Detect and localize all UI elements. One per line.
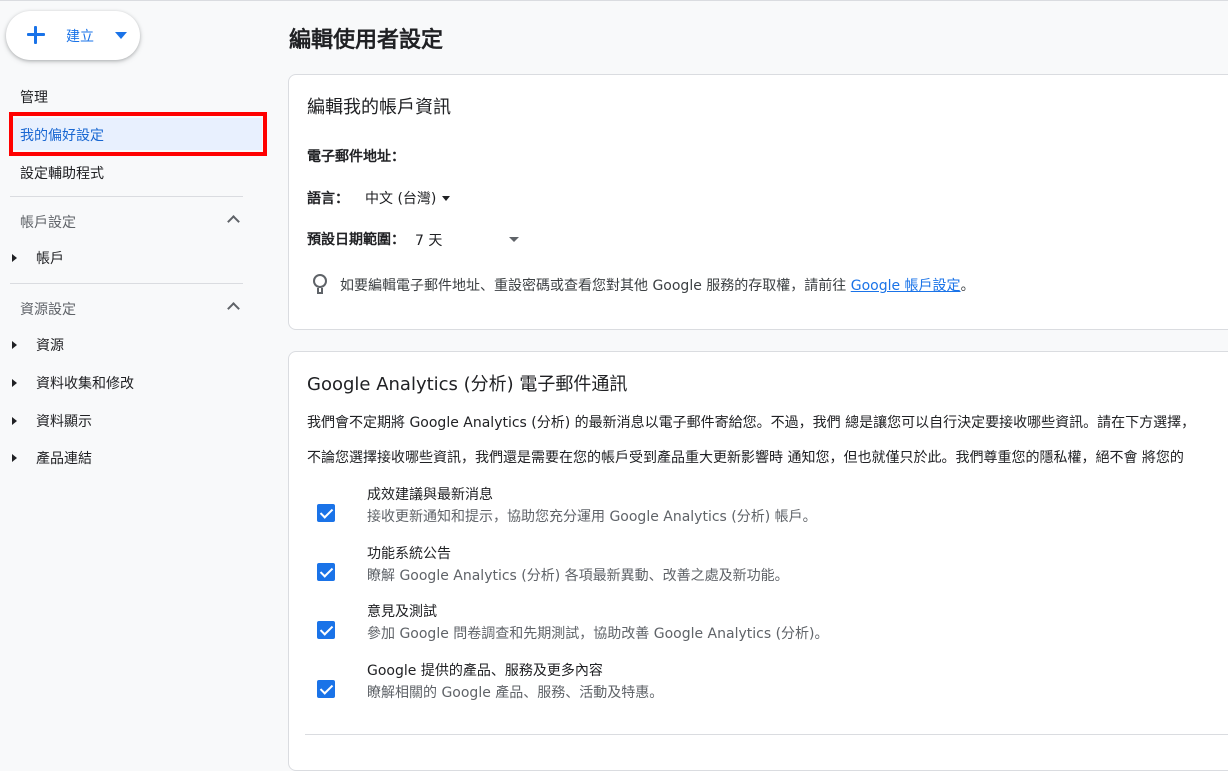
- option-google-offers: Google 提供的產品、服務及更多內容 瞭解相關的 Google 產品、服務、…: [317, 660, 1217, 708]
- account-info-card: 編輯我的帳戶資訊 電子郵件地址： 語言： 中文 (台灣) 預設日期範圍： 7 天…: [288, 74, 1228, 330]
- checkbox[interactable]: [317, 563, 335, 581]
- expand-arrow-icon: [12, 254, 17, 262]
- date-range-label: 預設日期範圍：: [307, 232, 405, 248]
- google-account-settings-link[interactable]: Google 帳戶設定: [851, 278, 961, 294]
- language-select[interactable]: 中文 (台灣): [365, 188, 451, 208]
- option-description: 參加 Google 問卷調查和先期測試，協助改善 Google Analytic…: [367, 626, 829, 642]
- option-title: 功能系統公告: [367, 546, 451, 562]
- expand-arrow-icon: [12, 417, 17, 425]
- option-feature-announcements: 功能系統公告 瞭解 Google Analytics (分析) 各項最新異動、改…: [317, 543, 1217, 591]
- sidebar-item-data-display[interactable]: 資料顯示: [12, 411, 92, 431]
- checkbox[interactable]: [317, 504, 335, 522]
- expand-arrow-icon: [12, 454, 17, 462]
- option-description: 瞭解 Google Analytics (分析) 各項最新異動、改善之處及新功能…: [367, 568, 789, 584]
- card-title: 編輯我的帳戶資訊: [307, 97, 451, 118]
- sidebar-divider: [10, 196, 243, 197]
- hint-text-body: 如要編輯電子郵件地址、重設密碼或查看您對其他 Google 服務的存取權，請前往: [340, 278, 847, 294]
- sidebar-item-account[interactable]: 帳戶: [12, 248, 64, 268]
- chevron-up-icon[interactable]: [228, 214, 238, 224]
- page-title: 編輯使用者設定: [289, 28, 444, 53]
- hint-text: 如要編輯電子郵件地址、重設密碼或查看您對其他 Google 服務的存取權，請前往…: [340, 275, 975, 295]
- email-communications-card: Google Analytics (分析) 電子郵件通訊 我們會不定期將 Goo…: [288, 351, 1228, 771]
- sidebar-item-label: 資料收集和修改: [36, 376, 134, 392]
- sidebar-item-label: 產品連結: [36, 451, 92, 467]
- card-title: Google Analytics (分析) 電子郵件通訊: [307, 374, 628, 395]
- sidebar-divider: [10, 283, 243, 284]
- account-hint: 如要編輯電子郵件地址、重設密碼或查看您對其他 Google 服務的存取權，請前往…: [311, 274, 975, 296]
- hint-text-end: 。: [960, 278, 975, 294]
- language-value: 中文 (台灣): [365, 191, 437, 207]
- option-description: 瞭解相關的 Google 產品、服務、活動及特惠。: [367, 685, 664, 701]
- expand-arrow-icon: [12, 379, 17, 387]
- option-title: 意見及測試: [367, 604, 437, 620]
- option-description: 接收更新通知和提示，協助您充分運用 Google Analytics (分析) …: [367, 509, 817, 525]
- plus-icon: [25, 24, 47, 46]
- expand-arrow-icon: [12, 341, 17, 349]
- chevron-up-icon[interactable]: [228, 301, 238, 311]
- card-divider: [305, 734, 1228, 735]
- caret-down-icon: [509, 237, 519, 242]
- property-settings-header[interactable]: 資源設定: [20, 299, 76, 319]
- sidebar-item-accessibility[interactable]: 設定輔助程式: [20, 163, 104, 183]
- red-highlight-box: [9, 112, 267, 156]
- date-range-value: 7 天: [415, 233, 443, 249]
- checkbox[interactable]: [317, 621, 335, 639]
- sidebar: 建立 管理 我的偏好設定 設定輔助程式 帳戶設定 帳戶 資源設定 資源 資料收集…: [0, 0, 272, 745]
- sidebar-item-label: 資料顯示: [36, 414, 92, 430]
- sidebar-item-data-collection[interactable]: 資料收集和修改: [12, 373, 134, 393]
- account-settings-header[interactable]: 帳戶設定: [20, 212, 76, 232]
- sidebar-item-product-links[interactable]: 產品連結: [12, 448, 92, 468]
- date-range-select[interactable]: 7 天: [415, 229, 521, 249]
- email-label: 電子郵件地址：: [307, 149, 405, 165]
- option-performance-tips: 成效建議與最新消息 接收更新通知和提示，協助您充分運用 Google Analy…: [317, 484, 1217, 532]
- option-feedback-testing: 意見及測試 參加 Google 問卷調查和先期測試，協助改善 Google An…: [317, 601, 1217, 649]
- sidebar-item-property[interactable]: 資源: [12, 335, 64, 355]
- create-button[interactable]: 建立: [6, 11, 140, 60]
- option-title: Google 提供的產品、服務及更多內容: [367, 663, 603, 679]
- language-label: 語言：: [307, 191, 349, 207]
- caret-down-icon: [442, 195, 451, 201]
- dropdown-arrow-icon: [115, 32, 127, 39]
- checkbox[interactable]: [317, 680, 335, 698]
- lightbulb-icon: [311, 274, 329, 296]
- create-button-label: 建立: [66, 29, 94, 45]
- sidebar-item-label: 資源: [36, 338, 64, 354]
- sidebar-item-admin[interactable]: 管理: [20, 87, 48, 107]
- intro-paragraph: 我們會不定期將 Google Analytics (分析) 的最新消息以電子郵件…: [307, 415, 1196, 431]
- sidebar-item-label: 帳戶: [36, 251, 64, 267]
- option-title: 成效建議與最新消息: [367, 487, 493, 503]
- privacy-paragraph: 不論您選擇接收哪些資訊，我們還是需要在您的帳戶受到產品重大更新影響時 通知您，但…: [307, 450, 1184, 466]
